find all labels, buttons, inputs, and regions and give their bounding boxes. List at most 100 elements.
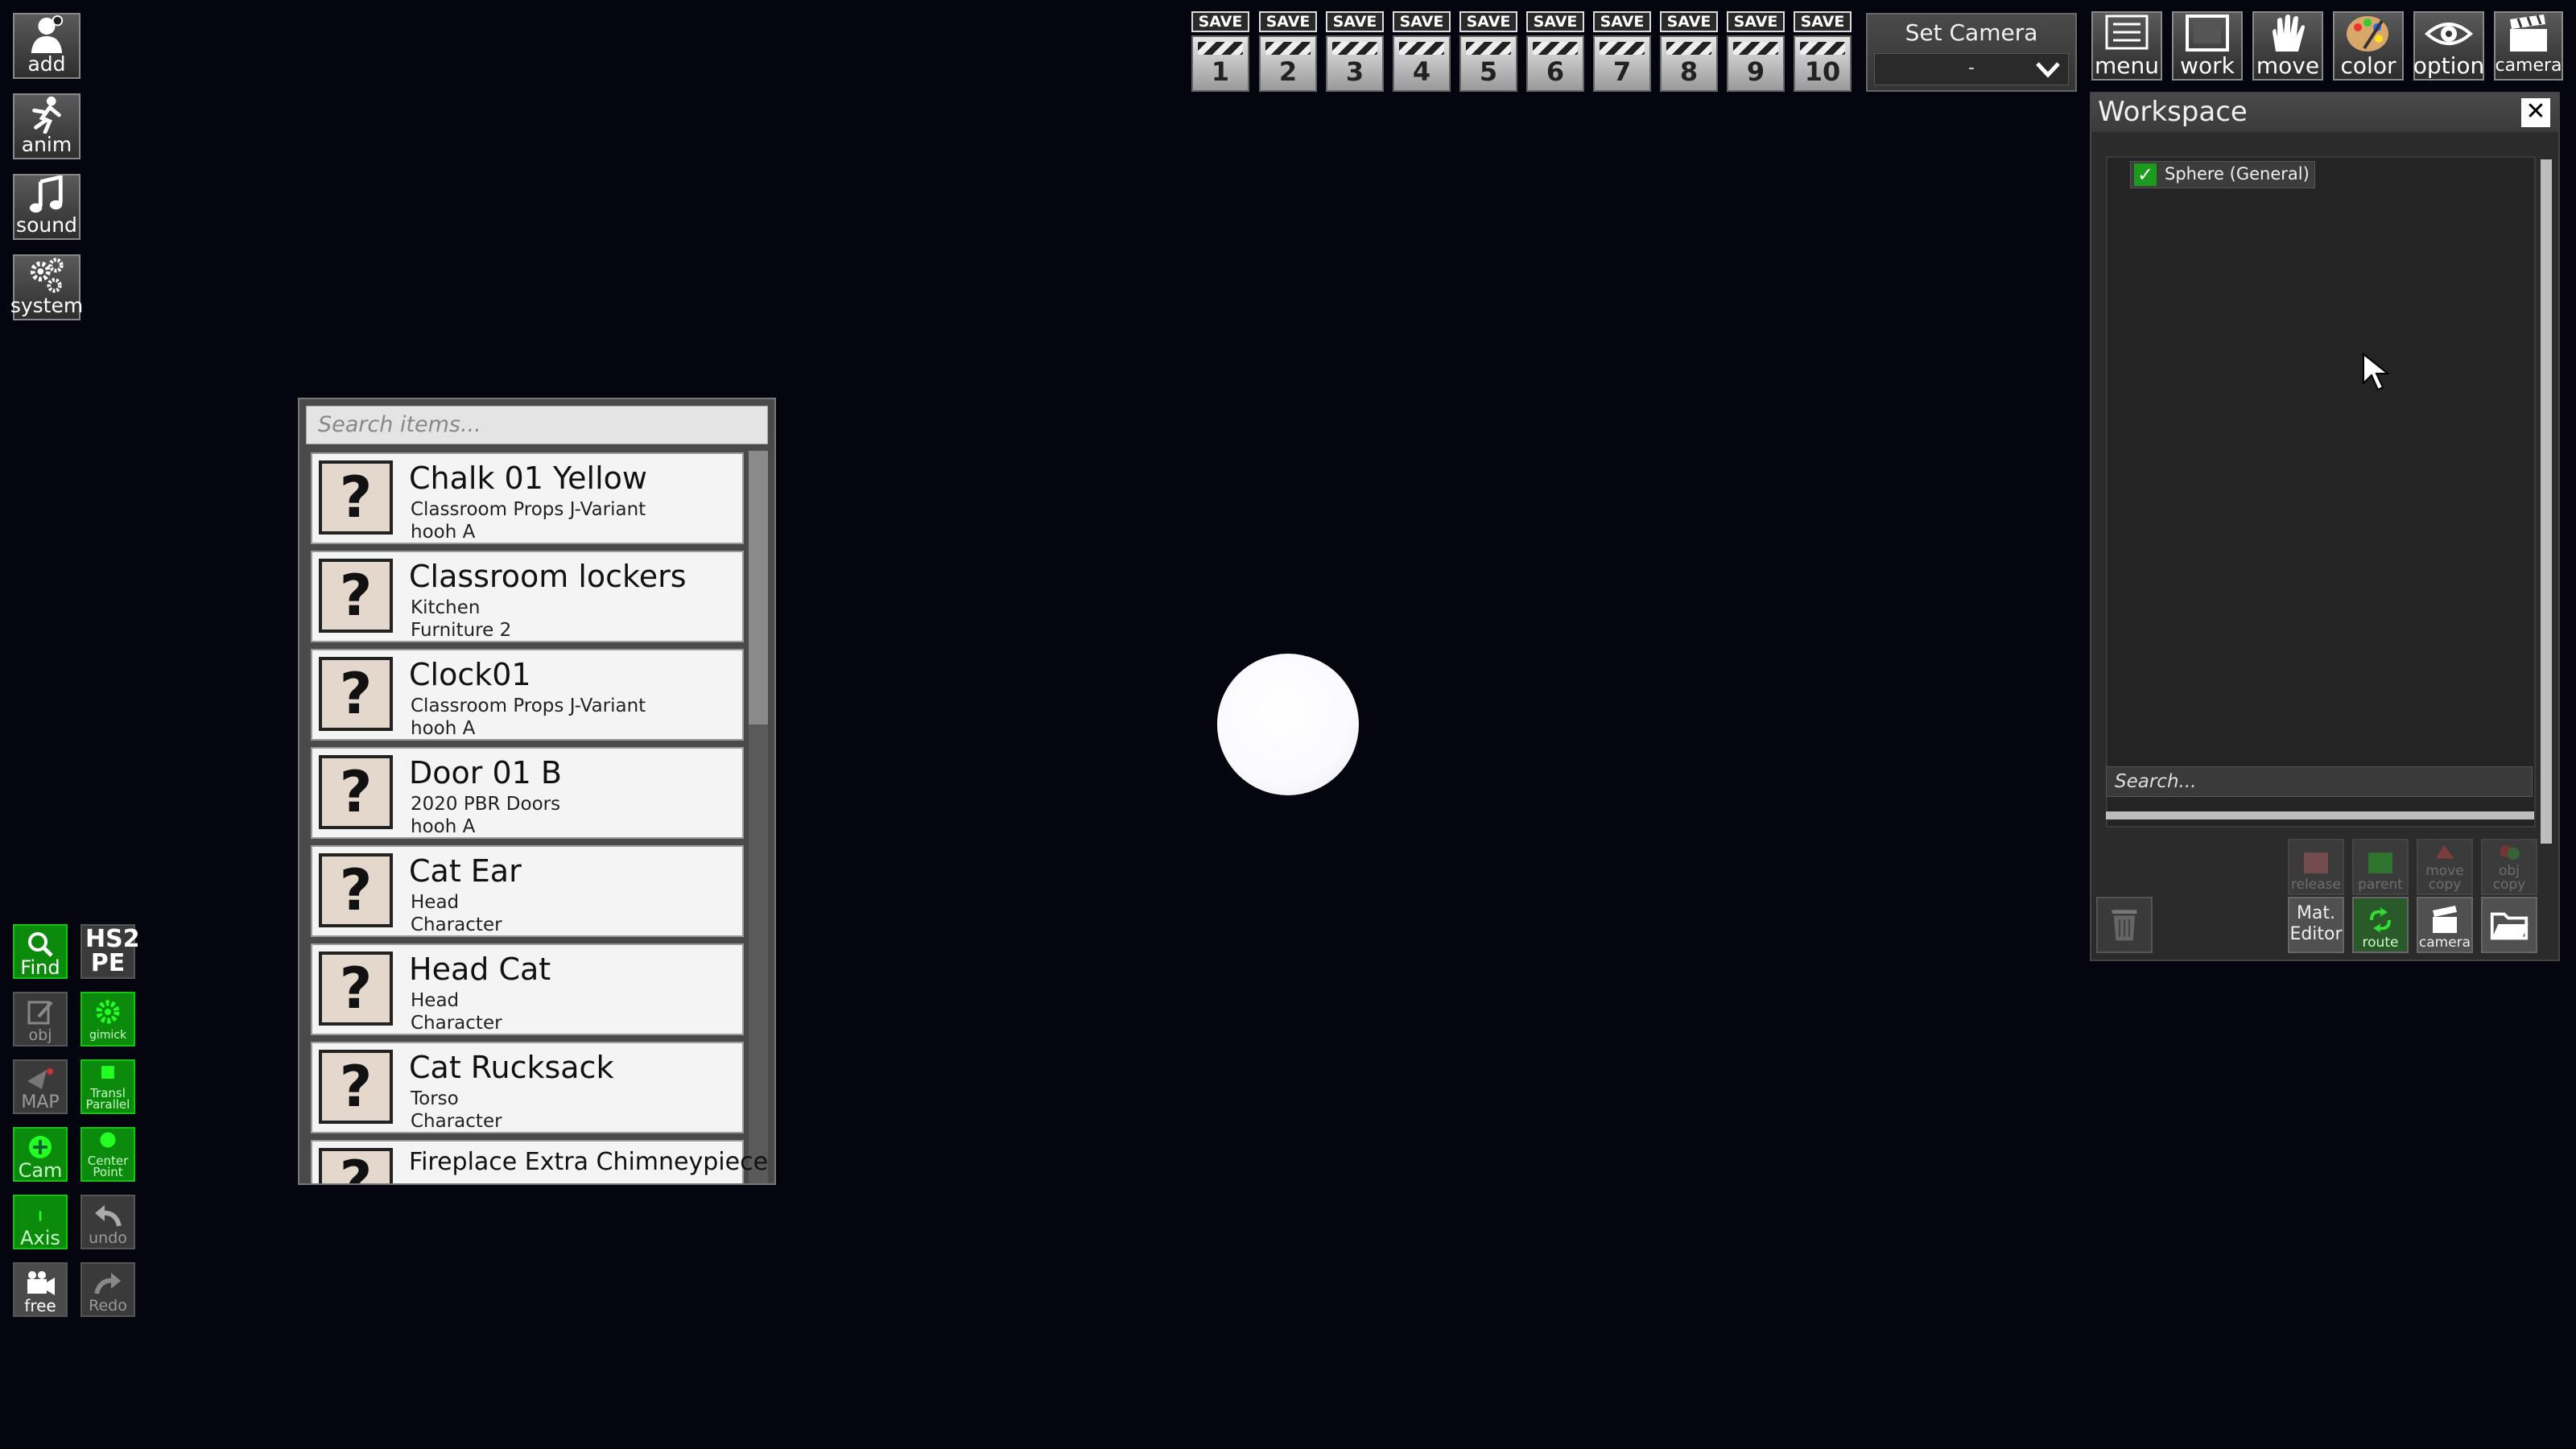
center-point-label: Center Point bbox=[87, 1154, 129, 1179]
save-label[interactable]: SAVE bbox=[1593, 11, 1651, 32]
system-label: system bbox=[10, 294, 84, 317]
obj-copy-button[interactable]: obj copy bbox=[2481, 839, 2537, 895]
delete-button[interactable] bbox=[2096, 897, 2153, 953]
save-slot-3[interactable]: SAVE 3 bbox=[1326, 11, 1384, 92]
work-button[interactable]: work bbox=[2172, 11, 2243, 80]
hs2pe-button[interactable]: HS2 PE bbox=[80, 924, 140, 979]
set-camera-select[interactable]: - bbox=[1874, 53, 2069, 85]
save-slot-10[interactable]: SAVE 10 bbox=[1794, 11, 1852, 92]
save-slot-9[interactable]: SAVE 9 bbox=[1727, 11, 1785, 92]
find-button[interactable]: Find bbox=[13, 924, 68, 979]
parent-grid-icon bbox=[2368, 852, 2392, 873]
list-item[interactable]: ? Fireplace Extra Chimneypiece bbox=[311, 1140, 768, 1183]
workspace-search-input[interactable]: Search... bbox=[2106, 766, 2533, 797]
route-button[interactable]: route bbox=[2352, 897, 2409, 953]
anim-button[interactable]: anim bbox=[13, 93, 80, 159]
clapper-icon[interactable]: 4 bbox=[1393, 35, 1451, 92]
save-label[interactable]: SAVE bbox=[1526, 11, 1584, 32]
obj-button[interactable]: obj bbox=[13, 992, 68, 1046]
save-slot-1[interactable]: SAVE 1 bbox=[1191, 11, 1249, 92]
save-label[interactable]: SAVE bbox=[1393, 11, 1451, 32]
clapper-icon[interactable]: 7 bbox=[1593, 35, 1651, 92]
save-slot-6[interactable]: SAVE 6 bbox=[1526, 11, 1584, 92]
move-copy-button[interactable]: move copy bbox=[2417, 839, 2473, 895]
workspace-horizontal-scrollbar[interactable] bbox=[2106, 811, 2534, 819]
clapper-icon[interactable]: 6 bbox=[1526, 35, 1584, 92]
anim-label: anim bbox=[21, 133, 72, 156]
save-label[interactable]: SAVE bbox=[1794, 11, 1852, 32]
sound-button[interactable]: sound bbox=[13, 174, 80, 240]
tree-item-sphere[interactable]: ✓ Sphere (General) bbox=[2130, 161, 2315, 188]
center-point-button[interactable]: Center Point bbox=[80, 1127, 135, 1182]
gears-icon bbox=[30, 258, 64, 293]
color-button[interactable]: color bbox=[2333, 11, 2404, 80]
save-slot-2[interactable]: SAVE 2 bbox=[1259, 11, 1317, 92]
clapper-icon[interactable]: 3 bbox=[1326, 35, 1384, 92]
save-slot-8[interactable]: SAVE 8 bbox=[1660, 11, 1718, 92]
save-label[interactable]: SAVE bbox=[1660, 11, 1718, 32]
workspace-title: Workspace bbox=[2091, 93, 2558, 132]
checkbox-checked-icon[interactable]: ✓ bbox=[2134, 163, 2157, 186]
list-item[interactable]: ? Cat Ear Head Character bbox=[311, 845, 744, 937]
clapper-icon[interactable]: 10 bbox=[1794, 35, 1852, 92]
mat-editor-button[interactable]: Mat. Editor bbox=[2288, 897, 2344, 953]
item-list-scrollbar-thumb[interactable] bbox=[749, 451, 768, 724]
undo-label: undo bbox=[89, 1229, 127, 1247]
axis-button[interactable]: Axis bbox=[13, 1195, 68, 1249]
move-button[interactable]: move bbox=[2252, 11, 2323, 80]
option-button[interactable]: option bbox=[2413, 11, 2484, 80]
open-folder-button[interactable] bbox=[2481, 897, 2537, 953]
close-button[interactable]: ✕ bbox=[2521, 98, 2550, 127]
save-label[interactable]: SAVE bbox=[1727, 11, 1785, 32]
save-slot-5[interactable]: SAVE 5 bbox=[1459, 11, 1517, 92]
list-item[interactable]: ? Door 01 B 2020 PBR Doors hooh A bbox=[311, 747, 744, 839]
missing-thumbnail-icon: ? bbox=[319, 1148, 393, 1183]
sphere-object[interactable] bbox=[1217, 654, 1359, 795]
save-label[interactable]: SAVE bbox=[1459, 11, 1517, 32]
workspace-camera-button[interactable]: camera bbox=[2417, 897, 2473, 953]
menu-button[interactable]: menu bbox=[2091, 11, 2162, 80]
cam-label: Cam bbox=[18, 1159, 63, 1182]
transl-parallel-button[interactable]: Transl Parallel bbox=[80, 1059, 135, 1114]
slot-number: 7 bbox=[1612, 56, 1632, 87]
save-label[interactable]: SAVE bbox=[1191, 11, 1249, 32]
parent-button[interactable]: parent bbox=[2352, 839, 2409, 895]
save-label[interactable]: SAVE bbox=[1326, 11, 1384, 32]
slot-number: 4 bbox=[1412, 56, 1431, 87]
redo-button[interactable]: Redo bbox=[80, 1262, 135, 1317]
list-item[interactable]: ? Head Cat Head Character bbox=[311, 943, 744, 1035]
gimmick-button[interactable]: gimick bbox=[80, 992, 135, 1046]
item-search-input[interactable]: Search items... bbox=[306, 406, 768, 444]
workspace-vertical-scrollbar[interactable] bbox=[2541, 159, 2552, 844]
workspace-tree[interactable]: ✓ Sphere (General) bbox=[2106, 156, 2536, 828]
clapper-icon[interactable]: 9 bbox=[1727, 35, 1785, 92]
save-label[interactable]: SAVE bbox=[1259, 11, 1317, 32]
release-button[interactable]: release bbox=[2288, 839, 2344, 895]
workspace-panel: Workspace ✕ ✓ Sphere (General) Search...… bbox=[2090, 92, 2560, 961]
item-name: Door 01 B bbox=[409, 755, 562, 791]
route-label: route bbox=[2362, 935, 2399, 951]
add-button[interactable]: add bbox=[13, 13, 80, 79]
missing-thumbnail-icon: ? bbox=[319, 755, 393, 829]
list-item[interactable]: ? Chalk 01 Yellow Classroom Props J-Vari… bbox=[311, 452, 744, 544]
item-category: Head bbox=[411, 990, 460, 1011]
list-item[interactable]: ? Clock01 Classroom Props J-Variant hooh… bbox=[311, 649, 744, 741]
list-item[interactable]: ? Cat Rucksack Torso Character bbox=[311, 1042, 744, 1133]
clapper-icon[interactable]: 1 bbox=[1191, 35, 1249, 92]
camera-button[interactable]: camera bbox=[2494, 11, 2563, 80]
clapper-icon[interactable]: 2 bbox=[1259, 35, 1317, 92]
clapper-icon[interactable]: 8 bbox=[1660, 35, 1718, 92]
save-slot-4[interactable]: SAVE 4 bbox=[1393, 11, 1451, 92]
free-button[interactable]: free bbox=[13, 1262, 68, 1317]
slot-number: 3 bbox=[1345, 56, 1364, 87]
clapper-icon[interactable]: 5 bbox=[1459, 35, 1517, 92]
system-button[interactable]: system bbox=[10, 254, 84, 320]
list-item[interactable]: ? Classroom lockers Kitchen Furniture 2 bbox=[311, 551, 744, 642]
undo-button[interactable]: undo bbox=[80, 1195, 135, 1249]
add-label: add bbox=[27, 52, 66, 76]
item-group: hooh A bbox=[411, 816, 476, 837]
sound-label: sound bbox=[16, 213, 77, 237]
cam-button[interactable]: Cam bbox=[13, 1127, 68, 1182]
save-slot-7[interactable]: SAVE 7 bbox=[1593, 11, 1651, 92]
map-button[interactable]: MAP bbox=[13, 1059, 68, 1114]
